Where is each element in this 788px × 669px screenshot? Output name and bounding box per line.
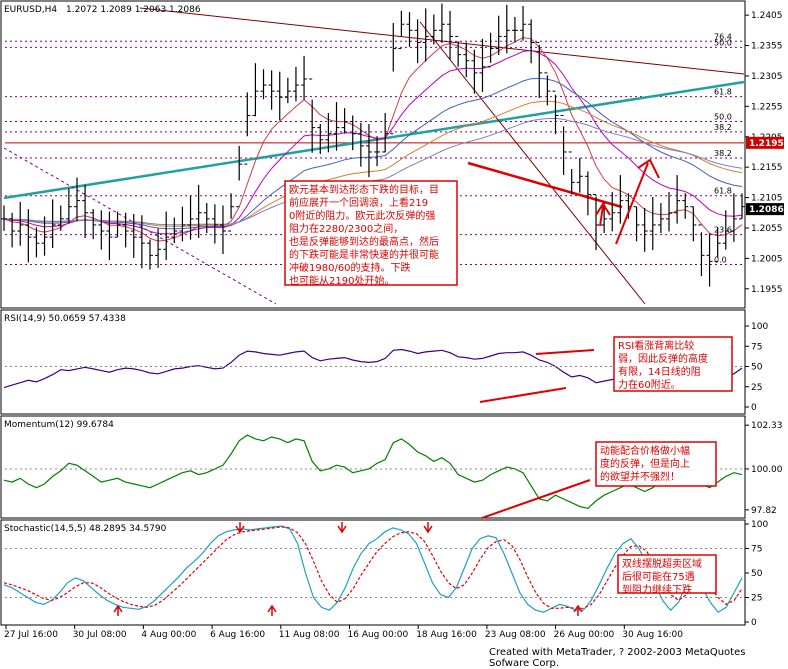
momentum-title: Momentum(12) 99.6784 <box>4 420 114 430</box>
stochastic-tick-label: 50 <box>751 569 763 579</box>
fib-level-label: 50.0 <box>714 38 732 47</box>
stochastic-annotation-text: 后很可能在75遇 <box>622 570 695 583</box>
main-annotation-text: 阻力在2280/2300之间， <box>289 222 403 235</box>
x-tick-label: 18 Aug 16:00 <box>416 630 477 640</box>
x-tick-label: 11 Aug 08:00 <box>279 630 340 640</box>
fib-level-label: 50.0 <box>714 113 732 122</box>
rsi-tick-label: 100 <box>751 322 768 332</box>
main-annotation-text: 的下跌可能是非常快速的并很可能 <box>289 248 439 261</box>
price-tick-label: 1.2055 <box>751 224 783 234</box>
momentum-tick-label: 102.33 <box>751 421 783 431</box>
stochastic-annotation-text: 到阻力继续下跌 <box>622 583 692 596</box>
fib-level-label: 38.2 <box>714 123 732 132</box>
main-annotation-text: 冲破1980/60的支持。下跌 <box>289 261 411 274</box>
main-annotation-text: 也是反弹能够到达的最高点，然后 <box>289 235 439 248</box>
fib-level-label: 0.0 <box>714 255 727 264</box>
rsi-tick-label: 25 <box>751 383 762 393</box>
price-tick-label: 1.2255 <box>751 102 783 112</box>
x-tick-label: 27 Jul 16:00 <box>4 630 58 640</box>
last-price-label: 1.2086 <box>749 205 784 215</box>
x-tick-label: 30 Jul 08:00 <box>73 630 127 640</box>
rsi-tick-label: 75 <box>751 342 762 352</box>
footer-credit: Created with MetaTrader, ? 2002-2003 Met… <box>489 647 746 669</box>
main-annotation-text: 欧元基本到达形态下跌的目标，目 <box>289 183 439 196</box>
momentum-tick-label: 97.82 <box>751 506 777 516</box>
momentum-annotation-text: 度的反弹，但是向上 <box>600 457 690 470</box>
momentum-annotation-text: 的欲望并不强烈！ <box>600 470 680 483</box>
main-annotation-text: 也可能从2190处开始。 <box>289 274 394 287</box>
price-tick-label: 1.2155 <box>751 163 783 173</box>
rsi-annotation-text: 力在60附近。 <box>618 378 681 391</box>
stochastic-title: Stochastic(14,5,5) 48.2895 34.5790 <box>4 524 167 534</box>
price-tick-label: 1.2105 <box>751 194 783 204</box>
rsi-tick-label: 50 <box>751 363 763 373</box>
stochastic-tick-label: 100 <box>751 520 768 530</box>
price-tick-label: 1.2005 <box>751 254 783 264</box>
price-tick-label: 1.1955 <box>751 285 783 295</box>
rsi-annotation-text: RSI看涨背离比较 <box>618 339 694 352</box>
main-ohlc: 1.2072 1.2089 1.2063 1.2086 <box>66 5 201 15</box>
momentum-tick-label: 100.00 <box>751 465 783 475</box>
rsi-annotation-text: 有限，14日线的阻 <box>618 365 701 378</box>
main-title: EURUSD,H4 <box>4 5 57 15</box>
price-tick-label: 1.2305 <box>751 72 783 82</box>
x-tick-label: 30 Aug 16:00 <box>622 630 683 640</box>
rsi-annotation-text: 弱，因此反弹的高度 <box>618 352 708 365</box>
price-tick-label: 1.2355 <box>751 42 783 52</box>
x-tick-label: 23 Aug 08:00 <box>485 630 546 640</box>
fib-level-label: 38.2 <box>714 149 732 158</box>
momentum-annotation-text: 动能配合价格做小幅 <box>600 444 690 457</box>
main-annotation-text: 0附近的阻力。欧元此次反弹的强 <box>289 209 435 222</box>
price-tick-label: 1.2405 <box>751 11 783 21</box>
x-tick-label: 26 Aug 00:00 <box>554 630 615 640</box>
x-tick-label: 16 Aug 00:00 <box>348 630 409 640</box>
chart-canvas: 1.24051.23551.23051.22551.22051.21551.21… <box>0 0 784 640</box>
mark-price-label: 1.2195 <box>749 139 784 149</box>
rsi-tick-label: 0 <box>751 403 757 413</box>
x-tick-label: 4 Aug 00:00 <box>141 630 196 640</box>
fib-level-label: 61.8 <box>714 88 732 97</box>
x-tick-label: 6 Aug 16:00 <box>210 630 265 640</box>
stochastic-annotation-text: 双线摆脱超卖区域 <box>622 557 702 570</box>
stochastic-tick-label: 75 <box>751 545 762 555</box>
fib-level-label: 61.8 <box>714 187 732 196</box>
main-annotation-text: 前应展开一个回调浪，上看219 <box>289 196 428 209</box>
stochastic-tick-label: 0 <box>751 618 757 628</box>
stochastic-tick-label: 25 <box>751 594 762 604</box>
rsi-title: RSI(14,9) 50.0659 57.4338 <box>4 314 126 324</box>
